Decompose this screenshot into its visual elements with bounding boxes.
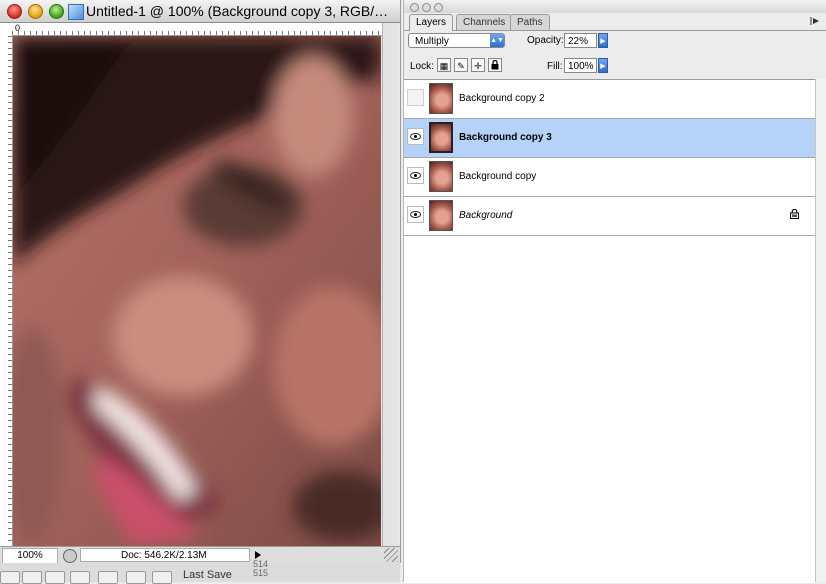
status-clock-icon[interactable]	[63, 549, 77, 563]
palette-menu-icon[interactable]	[809, 15, 823, 27]
lock-position-icon[interactable]: ✛	[471, 58, 485, 72]
ruler-origin-label: 0	[15, 23, 21, 33]
vertical-ruler[interactable]	[0, 36, 13, 546]
eye-icon	[410, 211, 421, 218]
blend-mode-select[interactable]: Multiply ▲▼	[408, 33, 505, 48]
zoom-icon[interactable]	[49, 4, 64, 19]
palette-titlebar[interactable]	[404, 0, 826, 13]
layer-thumbnail[interactable]	[429, 161, 453, 192]
palette-tabs: Layers Channels Paths	[404, 13, 826, 31]
tab-channels[interactable]: Channels	[456, 14, 513, 30]
layer-thumbnail[interactable]	[429, 122, 453, 153]
last-save-label: Last Save	[183, 569, 232, 581]
lock-label: Lock:	[410, 61, 434, 72]
resize-grip[interactable]	[384, 548, 398, 562]
opacity-label: Opacity:	[527, 35, 564, 46]
lock-all-icon[interactable]	[488, 58, 502, 72]
visibility-toggle[interactable]	[407, 206, 424, 223]
lock-icon	[790, 209, 799, 219]
background-line-numbers: 514 515	[253, 560, 268, 578]
document-titlebar[interactable]: Untitled-1 @ 100% (Background copy 3, RG…	[0, 0, 400, 23]
horizontal-ruler[interactable]	[12, 23, 382, 36]
tab-layers[interactable]: Layers	[409, 14, 454, 31]
document-size-info: Doc: 546.2K/2.13M	[80, 548, 250, 562]
visibility-toggle[interactable]	[407, 89, 424, 106]
fill-field[interactable]: 100%	[564, 58, 597, 73]
layer-thumbnail[interactable]	[429, 83, 453, 114]
layer-thumbnail[interactable]	[429, 200, 453, 231]
document-window: Untitled-1 @ 100% (Background copy 3, RG…	[0, 0, 401, 564]
photo-image	[13, 36, 381, 546]
layer-name: Background copy 3	[459, 132, 552, 143]
layer-row-background-copy-3[interactable]: Background copy 3	[404, 119, 815, 158]
vertical-scrollbar[interactable]	[382, 23, 399, 546]
document-proxy-icon[interactable]	[68, 4, 84, 20]
layer-row-background-copy[interactable]: Background copy	[404, 158, 815, 197]
blend-mode-value: Multiply	[415, 36, 449, 47]
chevron-updown-icon: ▲▼	[490, 34, 504, 47]
background-toolbar-button[interactable]	[126, 571, 146, 584]
fill-label: Fill:	[547, 61, 563, 72]
background-toolbar-button[interactable]	[152, 571, 172, 584]
layer-row-background-copy-2[interactable]: Background copy 2	[404, 80, 815, 119]
layer-name: Background	[459, 210, 513, 221]
background-toolbar-button[interactable]	[22, 571, 42, 584]
palette-zoom-icon[interactable]	[434, 3, 443, 12]
lock-image-icon[interactable]: ✎	[454, 58, 468, 72]
minimize-icon[interactable]	[28, 4, 43, 19]
fill-slider-arrow-icon[interactable]: ▶	[598, 58, 608, 73]
background-toolbar-button[interactable]	[45, 571, 65, 584]
lock-transparency-icon[interactable]: ▦	[437, 58, 451, 72]
palette-minimize-icon[interactable]	[422, 3, 431, 12]
line-number: 515	[253, 568, 269, 578]
background-toolbar-button[interactable]	[98, 571, 118, 584]
close-icon[interactable]	[7, 4, 22, 19]
layer-row-background[interactable]: Background	[404, 197, 815, 236]
image-canvas[interactable]	[13, 36, 381, 546]
visibility-toggle[interactable]	[407, 167, 424, 184]
tab-paths[interactable]: Paths	[510, 14, 550, 30]
document-title: Untitled-1 @ 100% (Background copy 3, RG…	[86, 3, 389, 19]
layer-name: Background copy 2	[459, 93, 545, 104]
opacity-slider-arrow-icon[interactable]: ▶	[598, 33, 608, 48]
document-status-bar: 100% Doc: 546.2K/2.13M	[0, 546, 400, 564]
layer-name: Background copy	[459, 171, 537, 182]
palette-close-icon[interactable]	[410, 3, 419, 12]
background-toolbar-button[interactable]	[0, 571, 20, 584]
opacity-field[interactable]: 22%	[564, 33, 597, 48]
palette-scrollbar[interactable]	[815, 79, 826, 582]
background-app-strip: Last Save 514 515	[0, 560, 400, 584]
background-toolbar-button[interactable]	[70, 571, 90, 584]
eye-icon	[410, 133, 421, 140]
layers-palette: Layers Channels Paths Multiply ▲▼ Opacit…	[403, 0, 826, 583]
eye-icon	[410, 172, 421, 179]
visibility-toggle[interactable]	[407, 128, 424, 145]
layer-list: Background copy 2 Background copy 3 Back…	[404, 79, 815, 583]
zoom-level-field[interactable]: 100%	[2, 548, 58, 564]
